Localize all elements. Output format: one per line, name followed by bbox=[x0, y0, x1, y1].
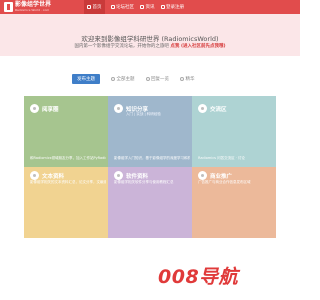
star-icon bbox=[180, 77, 184, 81]
card-title: 文本资料 bbox=[42, 174, 65, 180]
card-description: 影像组学相关软件分享与使用教程汇总 bbox=[114, 180, 174, 184]
software-icon bbox=[114, 171, 123, 180]
tab-replies[interactable]: 回复一览 bbox=[145, 76, 169, 82]
card-description: 影像组学入门知识，基于影像组学的深度学习和机器学习相关讨论 bbox=[114, 156, 190, 160]
tab-all-topics[interactable]: 全部主题 bbox=[111, 76, 135, 82]
document-icon bbox=[30, 171, 39, 180]
category-card-exchange[interactable]: 交流区 Radiomics 问答交流区 · 讨论 bbox=[192, 96, 276, 167]
share-icon bbox=[114, 104, 123, 113]
watermark-logo: 008导航 bbox=[158, 266, 239, 288]
tab-label: 精华 bbox=[185, 77, 195, 82]
card-title: 软件资料 bbox=[126, 174, 149, 180]
category-card-software[interactable]: 软件资料 影像组学相关软件分享与使用教程汇总 bbox=[108, 167, 192, 238]
category-card-reading[interactable]: 阅享圈 和Radiomics领域朋友分享，加入工作站PyRadiomics… bbox=[24, 96, 108, 167]
card-title: 交流区 bbox=[210, 107, 227, 113]
tab-label: 回复一览 bbox=[151, 77, 169, 82]
forum-tabs: 发布主题 全部主题 回复一览 精华 bbox=[72, 74, 206, 84]
logo-text[interactable]: 影像组学世界 bbox=[15, 1, 51, 8]
nav-item-login[interactable]: 登录注册 bbox=[160, 4, 184, 10]
card-description: 广告推广与商业合作信息发布区域 bbox=[198, 180, 251, 184]
list-icon bbox=[111, 77, 115, 81]
guide-link[interactable]: 点我 (进入社区前先点我哦) bbox=[170, 44, 225, 49]
nav-item-label: 论坛社区 bbox=[116, 5, 134, 10]
home-icon bbox=[87, 5, 91, 9]
card-description: 影像组学相关的文本资料汇总，论文分享，文献综述等 bbox=[30, 180, 106, 184]
chat-icon bbox=[110, 5, 115, 9]
card-subtitle: 入门 | 实战 | 科研经验 bbox=[126, 112, 161, 116]
welcome-banner: 欢迎来到影像组学科研世界 (RadiomicsWorld) 国内第一个影像组学交… bbox=[0, 14, 300, 56]
category-card-promotion[interactable]: 商业推广 广告推广与商业合作信息发布区域 bbox=[192, 167, 276, 238]
reply-icon bbox=[145, 77, 150, 81]
category-grid: 阅享圈 和Radiomics领域朋友分享，加入工作站PyRadiomics… 知… bbox=[24, 96, 277, 238]
chat-bubble-icon bbox=[198, 104, 207, 113]
nav-item-label: 首页 bbox=[92, 5, 102, 10]
nav-item-news[interactable]: 资讯 bbox=[140, 4, 155, 10]
category-card-knowledge[interactable]: 知识分享 入门 | 实战 | 科研经验 影像组学入门知识，基于影像组学的深度学习… bbox=[108, 96, 192, 167]
user-icon bbox=[160, 5, 165, 9]
tab-label: 全部主题 bbox=[116, 77, 135, 82]
card-description: Radiomics 问答交流区 · 讨论 bbox=[198, 156, 245, 160]
lightbulb-icon bbox=[30, 104, 39, 113]
top-navbar: 影像组学世界 Radiomics World · com 首页 论坛社区 资讯 … bbox=[0, 0, 300, 14]
megaphone-icon bbox=[198, 171, 207, 180]
logo-icon[interactable] bbox=[4, 2, 13, 12]
welcome-description: 国内第一个影像组学交流论坛，开始你的之旅吧 点我 (进入社区前先点我哦) bbox=[0, 43, 300, 49]
main-nav: 首页 论坛社区 资讯 登录注册 bbox=[84, 0, 190, 14]
post-topic-button[interactable]: 发布主题 bbox=[72, 74, 100, 84]
nav-item-label: 登录注册 bbox=[166, 5, 184, 10]
logo-subtitle: Radiomics World · com bbox=[15, 8, 50, 12]
category-card-documents[interactable]: 文本资料 影像组学相关的文本资料汇总，论文分享，文献综述等 bbox=[24, 167, 108, 238]
tab-featured[interactable]: 精华 bbox=[180, 76, 195, 82]
card-title: 阅享圈 bbox=[42, 107, 59, 113]
card-description: 和Radiomics领域朋友分享，加入工作站PyRadiomics… bbox=[30, 156, 106, 160]
news-icon bbox=[140, 5, 144, 9]
welcome-text: 国内第一个影像组学交流论坛，开始你的之旅吧 bbox=[74, 44, 169, 49]
nav-item-forum[interactable]: 论坛社区 bbox=[110, 4, 134, 10]
card-title: 商业推广 bbox=[210, 174, 233, 180]
nav-item-label: 资讯 bbox=[145, 5, 155, 10]
welcome-title: 欢迎来到影像组学科研世界 (RadiomicsWorld) bbox=[81, 35, 219, 43]
nav-item-home[interactable]: 首页 bbox=[84, 0, 105, 14]
